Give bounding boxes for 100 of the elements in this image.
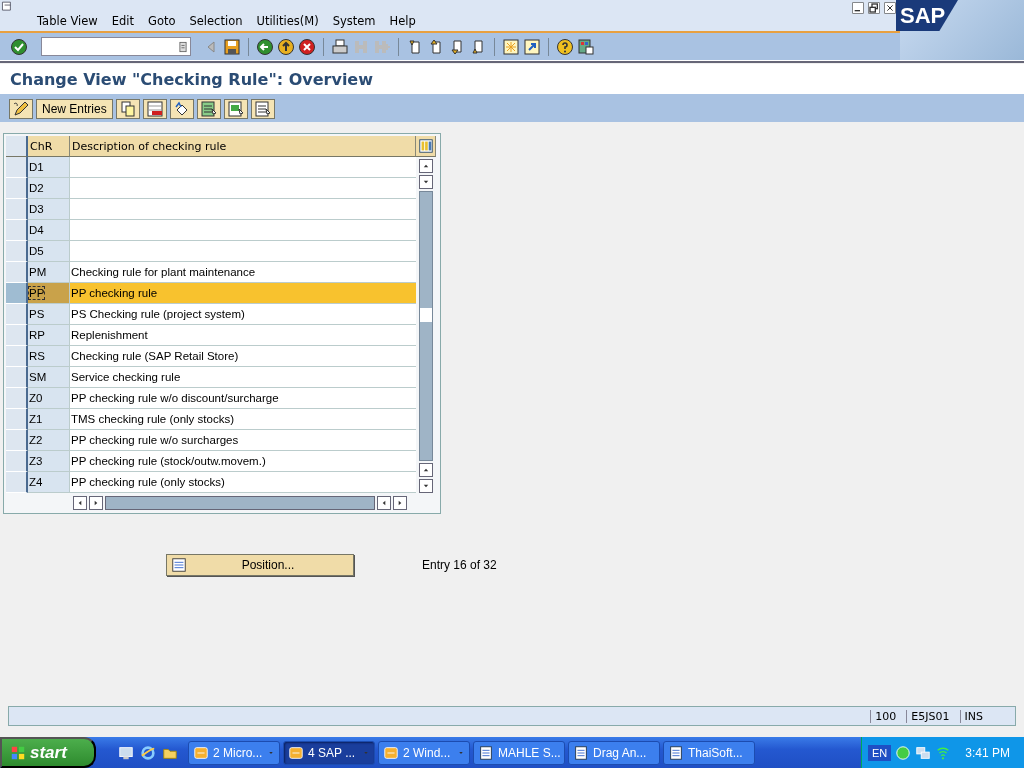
copy-button[interactable] (115, 99, 140, 119)
scroll-right-button[interactable] (89, 496, 103, 510)
row-selector[interactable] (6, 367, 28, 388)
new-session-icon[interactable] (502, 37, 520, 56)
save-icon[interactable] (223, 37, 241, 56)
table-cell: PS Checking rule (project system) (70, 304, 416, 325)
scroll-right-button[interactable] (393, 496, 407, 510)
app-icon (383, 744, 399, 761)
row-selector[interactable] (6, 409, 28, 430)
shortcut-icon[interactable] (523, 37, 541, 56)
select-all-cell[interactable] (6, 136, 28, 157)
row-selector[interactable] (6, 178, 28, 199)
taskbar-button[interactable]: 2 Micro... (188, 740, 280, 765)
cancel-icon[interactable] (298, 37, 316, 56)
table-cell: Checking rule (SAP Retail Store) (70, 346, 416, 367)
command-field[interactable] (41, 37, 191, 56)
row-selector[interactable] (6, 199, 28, 220)
menu-item[interactable]: Selection (189, 14, 243, 31)
layout-icon[interactable] (577, 37, 595, 56)
up-arrow-icon (422, 162, 430, 170)
table-cell: RP (28, 325, 70, 346)
menu-item[interactable]: Goto (147, 14, 176, 31)
delete-row-button[interactable] (142, 99, 167, 119)
scroll-down-button[interactable] (419, 479, 433, 493)
row-selector[interactable] (6, 283, 28, 304)
scroll-up-button[interactable] (419, 159, 433, 173)
table-cell: PP checking rule w/o discount/surcharge (70, 388, 416, 409)
row-selector[interactable] (6, 157, 28, 178)
row-selector[interactable] (6, 262, 28, 283)
table-cell: Z0 (28, 388, 70, 409)
help-icon[interactable] (556, 37, 574, 56)
display-change-button[interactable] (9, 99, 33, 119)
close-icon[interactable] (884, 2, 896, 14)
row-selector[interactable] (6, 472, 28, 493)
taskbar-button[interactable]: MAHLE S... (473, 740, 565, 765)
table-cell: D5 (28, 241, 70, 262)
new-entries-button[interactable]: New Entries (36, 99, 113, 119)
restore-icon[interactable] (868, 2, 880, 14)
left-arrow-icon (76, 499, 84, 507)
row-selector[interactable] (6, 451, 28, 472)
table-cell: Z1 (28, 409, 70, 430)
scroll-left-button[interactable] (377, 496, 391, 510)
minimize-icon[interactable] (852, 2, 864, 14)
screen-title: Change View "Checking Rule": Overview (10, 69, 373, 89)
row-selector[interactable] (6, 325, 28, 346)
right-arrow-icon (396, 499, 404, 507)
row-selector[interactable] (6, 241, 28, 262)
enter-icon[interactable] (10, 37, 28, 56)
taskbar-button[interactable]: 2 Wind... (378, 740, 470, 765)
table-cell: Z4 (28, 472, 70, 493)
start-button[interactable]: start (0, 737, 96, 768)
select-all-button[interactable] (196, 99, 221, 119)
row-selector[interactable] (6, 388, 28, 409)
row-selector[interactable] (6, 304, 28, 325)
position-button[interactable]: Position... (166, 554, 354, 576)
taskbar-button[interactable]: 4 SAP ... (283, 740, 375, 765)
column-header[interactable]: Description of checking rule (70, 136, 416, 157)
network-icon[interactable] (915, 744, 932, 761)
app-icon (668, 744, 684, 761)
column-header[interactable]: ChR (28, 136, 70, 157)
status-field: E5JS01 (906, 709, 954, 723)
scroll-left-button[interactable] (73, 496, 87, 510)
windows-flag-icon (10, 744, 26, 761)
row-selector[interactable] (6, 430, 28, 451)
table-cell: Replenishment (70, 325, 416, 346)
taskbar-button[interactable]: Drag An... (568, 740, 660, 765)
undo-button[interactable] (169, 99, 194, 119)
scroll-up-button[interactable] (419, 463, 433, 477)
table-cell: Checking rule for plant maintenance (70, 262, 416, 283)
deselect-all-icon (253, 100, 272, 118)
print-icon[interactable] (331, 37, 349, 56)
entry-counter: Entry 16 of 32 (422, 558, 497, 572)
menu-item[interactable]: System (332, 14, 376, 31)
deselect-all-button[interactable] (250, 99, 275, 119)
taskbar-button[interactable]: ThaiSoft... (663, 740, 755, 765)
select-block-button[interactable] (223, 99, 248, 119)
menu-item[interactable]: Utilities(M) (256, 14, 319, 31)
menu-item[interactable]: Table View (37, 14, 98, 31)
right-arrow-icon (92, 499, 100, 507)
menu-item[interactable]: Edit (111, 14, 134, 31)
down-arrow-icon (422, 178, 430, 186)
left-arrow-icon (380, 499, 388, 507)
language-indicator[interactable]: EN (868, 744, 892, 761)
table-cell: PP checking rule (stock/outw.movem.) (70, 451, 416, 472)
menu-item[interactable]: Help (389, 14, 416, 31)
row-selector[interactable] (6, 220, 28, 241)
scroll-down-button[interactable] (419, 175, 433, 189)
row-selector[interactable] (6, 346, 28, 367)
vertical-scrollbar[interactable] (419, 191, 433, 461)
back-icon[interactable] (256, 37, 274, 56)
history-icon[interactable] (176, 39, 190, 54)
browser-icon[interactable] (140, 744, 156, 761)
column-settings-icon[interactable] (417, 138, 434, 154)
status-field: 100 (870, 709, 901, 723)
table-cell: Z3 (28, 451, 70, 472)
table-cell: PP checking rule (only stocks) (70, 472, 416, 493)
desktop-icon[interactable] (118, 744, 134, 761)
exit-icon[interactable] (277, 37, 295, 56)
horizontal-scrollbar[interactable] (105, 496, 375, 510)
select-block-icon (226, 100, 245, 118)
